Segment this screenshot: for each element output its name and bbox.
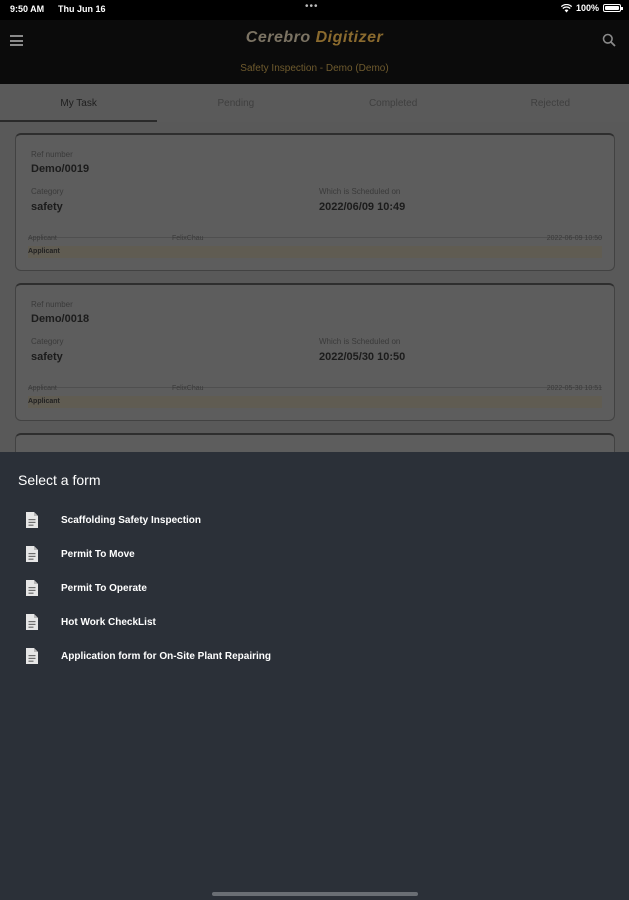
wifi-icon <box>560 3 572 12</box>
form-item-hot-work-checklist[interactable]: Hot Work CheckList <box>24 612 156 632</box>
ref-number-label: Ref number <box>31 150 73 159</box>
tab-rejected[interactable]: Rejected <box>472 84 629 122</box>
task-tabs: My Task Pending Completed Rejected <box>0 84 629 122</box>
form-item-label: Permit To Operate <box>61 582 147 594</box>
tab-completed[interactable]: Completed <box>315 84 472 122</box>
status-bar: 9:50 AM Thu Jun 16 ••• 100% <box>0 0 629 20</box>
scheduled-label: Which is Scheduled on <box>319 187 401 196</box>
applicant-label: Applicant <box>28 235 57 242</box>
battery-icon <box>603 4 623 12</box>
status-time: 9:50 AM <box>10 4 45 14</box>
category-value: safety <box>31 351 63 363</box>
sheet-title: Select a form <box>18 472 101 488</box>
app-title-part2: Digitizer <box>315 29 384 46</box>
ref-number-value: Demo/0019 <box>31 163 90 175</box>
document-icon <box>26 512 38 528</box>
ref-number-label: Ref number <box>31 300 73 309</box>
form-item-label: Scaffolding Safety Inspection <box>61 514 202 526</box>
app-title: Cerebro Digitizer <box>0 29 629 47</box>
applicant-name: FelixChau <box>172 385 204 392</box>
current-role: Applicant <box>28 248 60 255</box>
select-form-sheet: Select a form Scaffolding Safety Inspect… <box>0 452 629 900</box>
category-label: Category <box>31 337 64 346</box>
applicant-date: 2022-06-09 10:50 <box>546 235 602 242</box>
scheduled-label: Which is Scheduled on <box>319 337 401 346</box>
project-subtitle: Safety Inspection - Demo (Demo) <box>240 63 389 74</box>
document-icon <box>26 546 38 562</box>
form-item-permit-to-move[interactable]: Permit To Move <box>24 544 135 564</box>
task-card[interactable]: Ref number Demo/0019 Category safety Whi… <box>15 133 615 271</box>
multitask-dots[interactable]: ••• <box>305 1 319 12</box>
search-icon[interactable] <box>602 33 616 47</box>
form-item-label: Permit To Move <box>61 548 135 560</box>
document-icon <box>26 580 38 596</box>
tab-pending[interactable]: Pending <box>157 84 314 122</box>
status-stripe <box>28 246 602 258</box>
scheduled-value: 2022/05/30 10:50 <box>319 351 406 363</box>
applicant-name: FelixChau <box>172 235 204 242</box>
ref-number-value: Demo/0018 <box>31 313 90 325</box>
document-icon <box>26 614 38 630</box>
app-title-part1: Cerebro <box>245 29 316 46</box>
tab-my-task[interactable]: My Task <box>0 84 158 122</box>
task-card[interactable]: Ref number Demo/0018 Category safety Whi… <box>15 283 615 421</box>
home-indicator[interactable] <box>212 892 418 896</box>
form-item-label: Application form for On-Site Plant Repai… <box>61 650 272 662</box>
form-item-onsite-plant-repairing[interactable]: Application form for On-Site Plant Repai… <box>24 646 271 666</box>
status-date: Thu Jun 16 <box>58 4 106 14</box>
battery-percent: 100% <box>575 3 599 13</box>
form-item-permit-to-operate[interactable]: Permit To Operate <box>24 578 147 598</box>
task-list: Ref number Demo/0019 Category safety Whi… <box>0 122 629 452</box>
form-item-scaffolding-safety-inspection[interactable]: Scaffolding Safety Inspection <box>24 510 201 530</box>
category-label: Category <box>31 187 64 196</box>
status-right: 100% <box>560 3 623 13</box>
app-header: Cerebro Digitizer Safety Inspection - De… <box>0 20 629 84</box>
category-value: safety <box>31 201 63 213</box>
document-icon <box>26 648 38 664</box>
applicant-date: 2022-05-30 10:51 <box>546 385 602 392</box>
task-card-partial[interactable] <box>15 433 615 452</box>
applicant-label: Applicant <box>28 385 57 392</box>
status-stripe <box>28 396 602 408</box>
card-divider <box>28 387 602 388</box>
scheduled-value: 2022/06/09 10:49 <box>319 201 406 213</box>
form-item-label: Hot Work CheckList <box>61 616 156 628</box>
card-divider <box>28 237 602 238</box>
current-role: Applicant <box>28 398 60 405</box>
